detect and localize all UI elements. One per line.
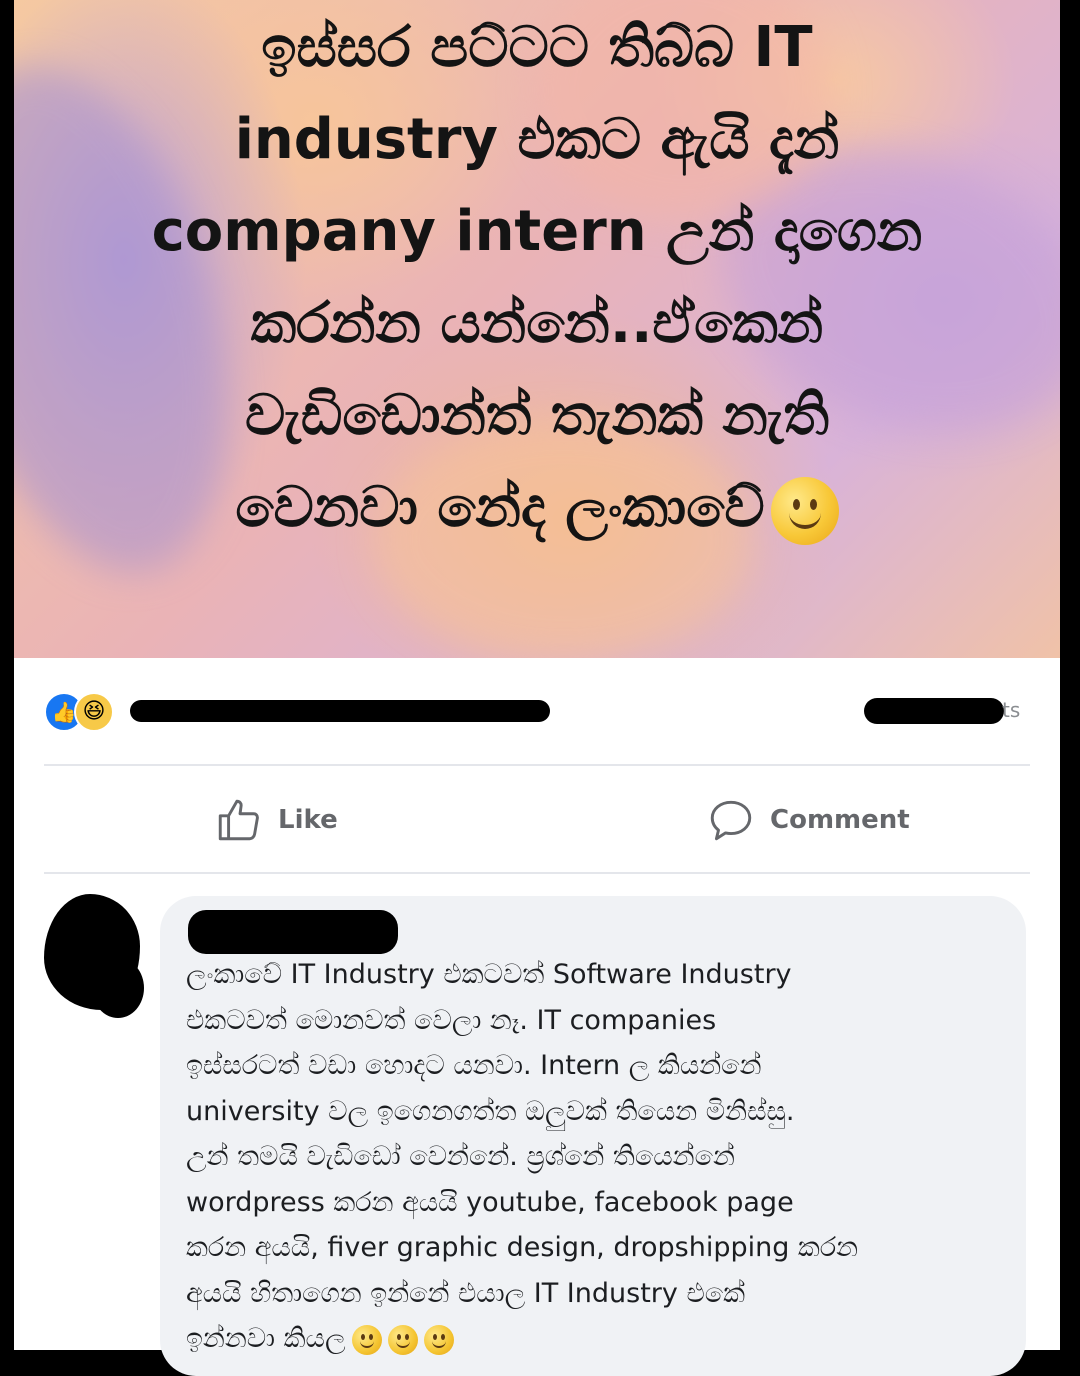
divider bbox=[44, 872, 1030, 874]
post-image-text: ඉස්සර පට්ටට තිබ්බ IT industry එකට ඇයි දැ… bbox=[14, 0, 1060, 554]
smiling-face-emoji-icon bbox=[423, 1324, 454, 1355]
comment-line: උන් තමයි වැඩිඩෝ වෙන්නේ. ප්‍රශ්නේ තියෙන්න… bbox=[186, 1141, 735, 1172]
comment-line: එකටවත් මොනවත් වෙලා නෑ. IT companies bbox=[186, 1004, 717, 1036]
post-footer: 👍 😆 ts Like Comment ලංකාවේ IT Industry එ… bbox=[14, 658, 1060, 1376]
redacted-comment-count bbox=[864, 698, 1004, 724]
divider bbox=[44, 764, 1030, 766]
avatar-redaction bbox=[92, 958, 144, 1018]
post-image[interactable]: ඉස්සර පට්ටට තිබ්බ IT industry එකට ඇයි දැ… bbox=[14, 0, 1060, 658]
comment-line: ලංකාවේ IT Industry එකටවත් Software Indus… bbox=[186, 959, 792, 990]
post-text-line-last: වෙනවා නේද ලංකාවේ bbox=[14, 462, 1060, 554]
comment-bubble-icon bbox=[710, 800, 752, 841]
smiling-face-emoji-icon bbox=[770, 476, 839, 545]
comment-label: Comment bbox=[770, 805, 910, 835]
comment-line: ඉන්නවා කියල bbox=[186, 1323, 346, 1354]
like-button[interactable]: Like bbox=[214, 790, 338, 850]
post-text-line: වැඩිඩොන්ත් තැනක් නැති bbox=[245, 383, 829, 448]
post-text-line: කරන්න යන්නේ..ඒකෙන් bbox=[250, 291, 824, 356]
comment-count-suffix: ts bbox=[1002, 698, 1021, 722]
post-text-line: වෙනවා නේද ලංකාවේ bbox=[235, 475, 765, 540]
post-text-line: company intern උන් දාගෙන bbox=[151, 199, 923, 264]
comment-text: ලංකාවේ IT Industry එකටවත් Software Indus… bbox=[186, 952, 1016, 1362]
smiling-face-emoji-icon bbox=[387, 1324, 418, 1355]
comment-bubble: ලංකාවේ IT Industry එකටවත් Software Indus… bbox=[160, 896, 1026, 1376]
comment-button[interactable]: Comment bbox=[706, 790, 910, 850]
comment-line: ඉස්සරටත් වඩා හොදට යනවා. Intern ල කියන්නේ bbox=[186, 1050, 762, 1081]
redacted-reactor-names bbox=[130, 700, 550, 722]
comment-line: අයයි හිතාගෙන ඉන්නේ එයාල IT Industry එකේ bbox=[186, 1277, 746, 1309]
reactions-summary[interactable]: 👍 😆 ts bbox=[44, 690, 1034, 732]
redacted-commenter-name[interactable] bbox=[188, 910, 398, 954]
post-text-line: industry එකට ඇයි දැන් bbox=[234, 107, 840, 172]
thumbs-up-icon bbox=[218, 799, 259, 841]
smiling-face-emoji-icon bbox=[351, 1324, 382, 1355]
haha-reaction-icon: 😆 bbox=[74, 692, 114, 732]
comment-line: කරන අයයි, fiver graphic design, dropship… bbox=[186, 1232, 859, 1263]
like-label: Like bbox=[278, 805, 338, 835]
comment-line: wordpress කරන අයයි youtube, facebook pag… bbox=[186, 1186, 794, 1218]
comment-line-last: ඉන්නවා කියල bbox=[186, 1316, 1016, 1362]
comment-line: university වල ඉගෙනගත්ත ඔලුවක් තියෙන මිනි… bbox=[186, 1095, 795, 1127]
post-text-line: ඉස්සර පට්ටට තිබ්බ IT bbox=[261, 15, 813, 80]
